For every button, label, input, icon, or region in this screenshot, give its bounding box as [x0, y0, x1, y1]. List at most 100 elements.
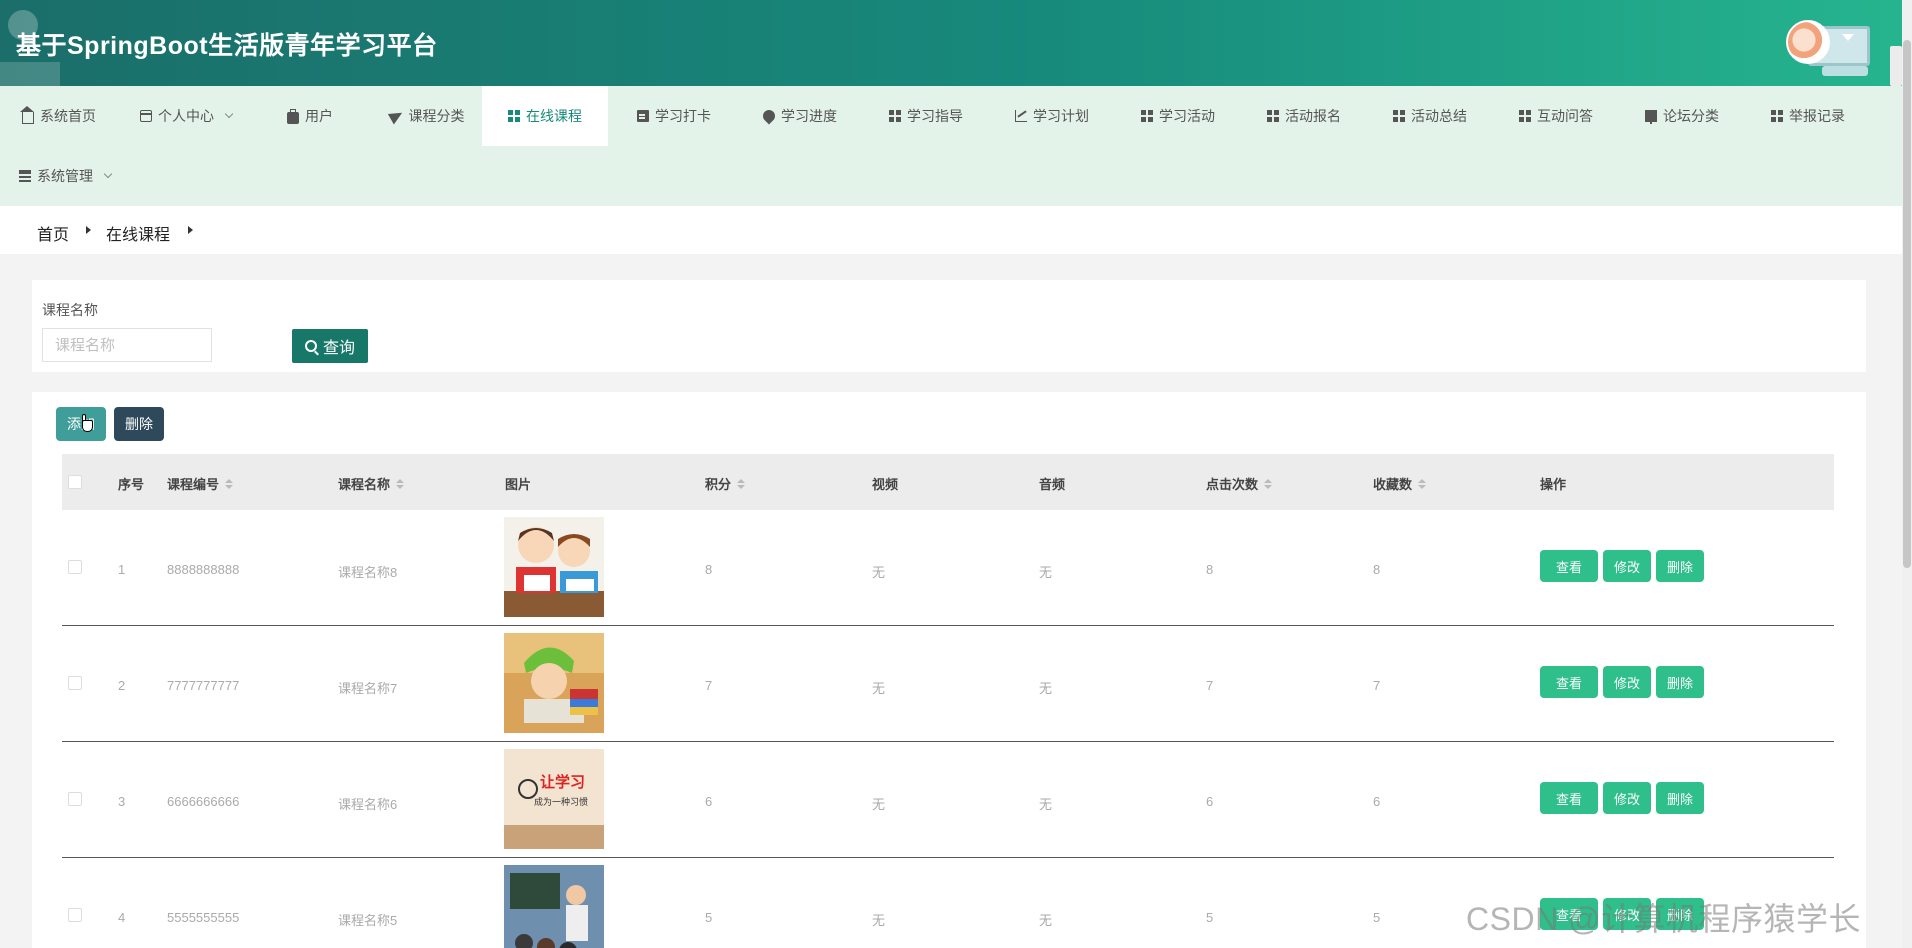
nav-item-study-plan[interactable]: 学习计划	[996, 86, 1108, 146]
delete-button[interactable]: 删除	[1656, 550, 1704, 582]
column-header-image: 图片	[505, 477, 532, 492]
search-icon	[304, 340, 317, 352]
paper-plane-icon	[387, 107, 405, 125]
nav-item-activity-signup[interactable]: 活动报名	[1248, 86, 1360, 146]
nav-item-label: 课程分类	[408, 108, 465, 124]
sliders-icon	[19, 170, 31, 182]
nav-item-label: 学习打卡	[655, 108, 711, 124]
row-checkbox[interactable]	[68, 560, 82, 574]
nav-item-report-records[interactable]: 举报记录	[1752, 86, 1864, 146]
cell-course-name: 课程名称8	[338, 565, 398, 580]
breadcrumb-home[interactable]: 首页	[37, 221, 69, 245]
nav-item-label: 用户	[305, 108, 333, 124]
nav-item-home[interactable]: 系统首页	[0, 86, 118, 146]
grid-icon	[1771, 110, 1783, 122]
main-nav: 系统首页 个人中心 用户 课程分类 在线课程 学习打卡 学习进度 学习指导 学习…	[0, 86, 1902, 206]
cell-video: 无	[872, 565, 886, 580]
cell-course-code: 6666666666	[167, 794, 240, 809]
nav-item-study-guidance[interactable]: 学习指导	[870, 86, 982, 146]
card-icon	[140, 110, 152, 122]
table-row: 1 8888888888 课程名称8 8 无 无 8 8 查看 修改 删除	[62, 510, 1834, 626]
nav-item-personal-center[interactable]: 个人中心	[126, 86, 246, 146]
delete-button[interactable]: 删除	[1656, 666, 1704, 698]
monitor-stand-illustration	[1822, 66, 1868, 76]
nav-item-system-management[interactable]: 系统管理	[0, 146, 130, 206]
view-button[interactable]: 查看	[1540, 782, 1598, 814]
user-avatar[interactable]	[1786, 20, 1830, 64]
nav-item-users[interactable]: 用户	[256, 86, 364, 146]
grid-icon	[1393, 110, 1405, 122]
row-checkbox[interactable]	[68, 792, 82, 806]
cell-course-code: 8888888888	[167, 562, 240, 577]
cell-favorites: 7	[1373, 678, 1381, 693]
nav-item-label: 学习计划	[1033, 108, 1089, 124]
nav-item-study-activities[interactable]: 学习活动	[1122, 86, 1234, 146]
edit-button[interactable]: 修改	[1603, 666, 1651, 698]
nav-item-label: 在线课程	[526, 108, 582, 124]
breadcrumb-current: 在线课程	[106, 227, 171, 244]
query-button[interactable]: 查询	[292, 329, 368, 363]
batch-delete-button[interactable]: 删除	[114, 407, 164, 441]
select-all-checkbox[interactable]	[68, 475, 82, 489]
course-thumbnail[interactable]: 让学习 成为一种习惯	[504, 749, 604, 849]
sort-icon	[1418, 478, 1427, 489]
edit-button[interactable]: 修改	[1603, 550, 1651, 582]
column-header-favorites[interactable]: 收藏数	[1373, 474, 1427, 493]
briefcase-icon	[287, 108, 299, 124]
decorative-shape	[0, 62, 60, 86]
column-header-course-code[interactable]: 课程编号	[167, 474, 234, 493]
cell-clicks: 8	[1206, 562, 1214, 577]
cell-video: 无	[872, 681, 886, 696]
chart-icon	[1015, 110, 1027, 122]
nav-item-study-checkin[interactable]: 学习打卡	[618, 86, 730, 146]
cell-course-name: 课程名称6	[338, 797, 398, 812]
column-header-points[interactable]: 积分	[705, 474, 746, 493]
nav-item-forum-category[interactable]: 论坛分类	[1626, 86, 1738, 146]
nav-item-label: 系统管理	[37, 168, 93, 184]
nav-item-activity-summary[interactable]: 活动总结	[1374, 86, 1486, 146]
column-header-course-name[interactable]: 课程名称	[338, 474, 405, 493]
vertical-scrollbar-thumb[interactable]	[1903, 40, 1911, 568]
breadcrumb: 首页 在线课程	[0, 206, 1902, 254]
breadcrumb-separator-icon	[188, 226, 193, 234]
column-header-clicks[interactable]: 点击次数	[1206, 474, 1273, 493]
grid-icon	[1267, 110, 1279, 122]
course-thumbnail[interactable]	[504, 517, 604, 617]
course-name-search-input[interactable]	[42, 328, 212, 362]
nav-item-label: 活动总结	[1411, 108, 1467, 124]
view-button[interactable]: 查看	[1540, 550, 1598, 582]
sort-icon	[396, 478, 405, 489]
chevron-down-icon	[224, 109, 234, 119]
cell-index: 1	[118, 562, 126, 577]
nav-item-label: 举报记录	[1789, 108, 1845, 124]
edit-button[interactable]: 修改	[1603, 782, 1651, 814]
cell-clicks: 7	[1206, 678, 1214, 693]
course-thumbnail[interactable]	[504, 633, 604, 733]
nav-item-online-courses[interactable]: 在线课程	[482, 86, 608, 146]
cell-index: 2	[118, 678, 126, 693]
nav-item-study-progress[interactable]: 学习进度	[744, 86, 856, 146]
column-header-audio: 音频	[1039, 477, 1066, 492]
cell-favorites: 5	[1373, 910, 1381, 925]
user-menu-dropdown-icon[interactable]	[1842, 34, 1854, 41]
view-button[interactable]: 查看	[1540, 666, 1598, 698]
cell-audio: 无	[1039, 565, 1053, 580]
course-thumbnail[interactable]	[504, 865, 604, 948]
cell-audio: 无	[1039, 913, 1053, 928]
cell-course-code: 7777777777	[167, 678, 240, 693]
cell-index: 3	[118, 794, 126, 809]
query-button-label: 查询	[322, 340, 355, 357]
sort-icon	[225, 478, 234, 489]
cell-points: 5	[705, 910, 713, 925]
cell-favorites: 6	[1373, 794, 1381, 809]
row-checkbox[interactable]	[68, 908, 82, 922]
column-header-actions: 操作	[1540, 477, 1567, 492]
nav-item-course-category[interactable]: 课程分类	[368, 86, 486, 146]
grid-icon	[889, 110, 901, 122]
cell-video: 无	[872, 797, 886, 812]
svg-text:成为一种习惯: 成为一种习惯	[534, 796, 588, 808]
nav-item-qa[interactable]: 互动问答	[1500, 86, 1612, 146]
row-checkbox[interactable]	[68, 676, 82, 690]
cell-audio: 无	[1039, 797, 1053, 812]
delete-button[interactable]: 删除	[1656, 782, 1704, 814]
